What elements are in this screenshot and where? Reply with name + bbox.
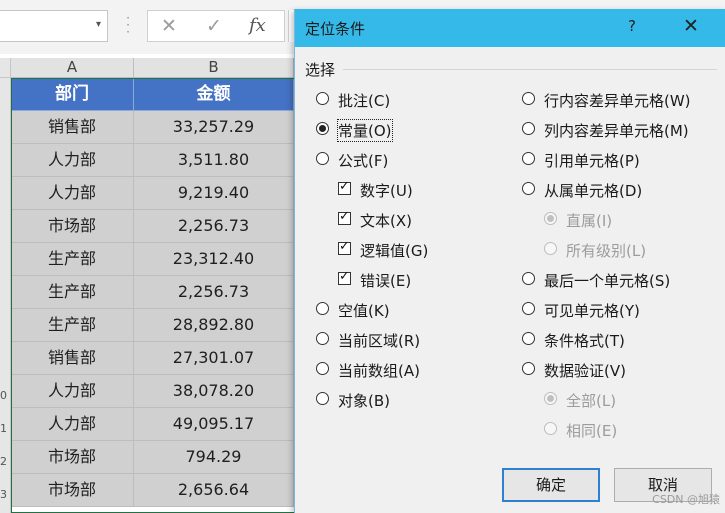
insert-function-icon[interactable]: fx — [249, 15, 266, 36]
row-number[interactable]: 3 — [0, 488, 11, 501]
radio-icon[interactable] — [316, 302, 329, 315]
radio-icon — [544, 422, 557, 435]
cancel-icon[interactable]: ✕ — [161, 15, 177, 37]
ok-button[interactable]: 确定 — [502, 468, 600, 502]
header-cell-dept[interactable]: 部门 — [11, 78, 134, 111]
amount-cell[interactable]: 28,892.80 — [134, 309, 294, 342]
right-option-label: 数据验证(V) — [544, 362, 626, 380]
amount-cell[interactable]: 2,256.73 — [134, 276, 294, 309]
amount-cell[interactable]: 27,301.07 — [134, 342, 294, 375]
left-option-label: 常量(O) — [337, 119, 393, 142]
radio-icon[interactable] — [316, 152, 329, 165]
left-option-label: 公式(F) — [338, 152, 389, 170]
right-option-label: 最后一个单元格(S) — [544, 272, 671, 290]
radio-icon[interactable] — [522, 182, 535, 195]
right-option-label: 条件格式(T) — [544, 332, 625, 350]
amount-cell[interactable]: 38,078.20 — [134, 375, 294, 408]
radio-icon — [544, 392, 557, 405]
name-box[interactable]: ▾ — [0, 10, 108, 42]
radio-icon[interactable] — [522, 272, 535, 285]
group-label: 选择 — [305, 61, 336, 79]
radio-icon[interactable] — [316, 122, 329, 135]
left-option-label: 批注(C) — [338, 92, 391, 110]
right-option-label: 直属(I) — [566, 212, 613, 230]
radio-icon — [544, 242, 557, 255]
check-icon[interactable]: ✓ — [206, 15, 222, 37]
dept-cell[interactable]: 人力部 — [11, 144, 134, 177]
radio-icon — [544, 212, 557, 225]
right-option-label: 引用单元格(P) — [544, 152, 640, 170]
left-option-label: 当前数组(A) — [338, 362, 420, 380]
amount-cell[interactable]: 2,656.64 — [134, 474, 294, 507]
amount-cell[interactable]: 9,219.40 — [134, 177, 294, 210]
watermark: CSDN @旭猿 — [652, 493, 720, 506]
amount-cell[interactable]: 33,257.29 — [134, 111, 294, 144]
dept-cell[interactable]: 人力部 — [11, 177, 134, 210]
radio-icon[interactable] — [522, 152, 535, 165]
left-option-label: 文本(X) — [360, 212, 412, 230]
checkbox-icon[interactable] — [338, 209, 351, 225]
dept-cell[interactable]: 市场部 — [11, 210, 134, 243]
right-option-label: 所有级别(L) — [566, 242, 647, 260]
left-option-label: 数字(U) — [360, 182, 413, 200]
select-all-corner[interactable] — [0, 58, 11, 78]
dialog-titlebar[interactable]: 定位条件 ? ✕ — [295, 9, 725, 47]
right-option-label: 列内容差异单元格(M) — [544, 122, 689, 140]
header-cell-amount[interactable]: 金额 — [134, 78, 294, 111]
dept-cell[interactable]: 人力部 — [11, 408, 134, 441]
radio-icon[interactable] — [316, 332, 329, 345]
group-divider — [343, 69, 717, 70]
radio-icon[interactable] — [522, 122, 535, 135]
radio-icon[interactable] — [316, 392, 329, 405]
row-headers: 0 1 2 3 — [0, 78, 11, 513]
column-header-a[interactable]: A — [11, 58, 134, 78]
go-to-special-dialog: 定位条件 ? ✕ 选择 确定 取消 CSDN @旭猿 批注(C) 常量(O) 公式(… — [294, 9, 725, 513]
amount-cell[interactable]: 2,256.73 — [134, 210, 294, 243]
amount-cell[interactable]: 3,511.80 — [134, 144, 294, 177]
close-icon[interactable]: ✕ — [683, 15, 699, 37]
dept-cell[interactable]: 生产部 — [11, 243, 134, 276]
amount-cell[interactable]: 23,312.40 — [134, 243, 294, 276]
left-option-label: 逻辑值(G) — [360, 242, 429, 260]
column-header-b[interactable]: B — [134, 58, 294, 78]
chevron-down-icon[interactable]: ▾ — [96, 19, 101, 30]
dept-cell[interactable]: 市场部 — [11, 474, 134, 507]
radio-icon[interactable] — [316, 362, 329, 375]
row-number[interactable]: 1 — [0, 422, 11, 435]
dept-cell[interactable]: 生产部 — [11, 276, 134, 309]
dept-cell[interactable]: 销售部 — [11, 111, 134, 144]
drag-handle-icon[interactable]: · · · — [121, 12, 135, 38]
right-option-label: 相同(E) — [566, 422, 618, 440]
help-icon[interactable]: ? — [628, 17, 636, 35]
right-option-label: 全部(L) — [566, 392, 617, 410]
dept-cell[interactable]: 生产部 — [11, 309, 134, 342]
radio-icon[interactable] — [316, 92, 329, 105]
radio-icon[interactable] — [522, 92, 535, 105]
dept-cell[interactable]: 销售部 — [11, 342, 134, 375]
checkbox-icon[interactable] — [338, 269, 351, 285]
dept-cell[interactable]: 人力部 — [11, 375, 134, 408]
amount-cell[interactable]: 49,095.17 — [134, 408, 294, 441]
left-option-label: 对象(B) — [338, 392, 390, 410]
row-number[interactable]: 2 — [0, 455, 11, 468]
right-option-label: 行内容差异单元格(W) — [544, 92, 691, 110]
row-number[interactable]: 0 — [0, 389, 11, 402]
radio-icon[interactable] — [522, 362, 535, 375]
left-option-label: 空值(K) — [338, 302, 390, 320]
radio-icon[interactable] — [522, 332, 535, 345]
amount-cell[interactable]: 794.29 — [134, 441, 294, 474]
right-option-label: 可见单元格(Y) — [544, 302, 640, 320]
checkbox-icon[interactable] — [338, 179, 351, 195]
right-option-label: 从属单元格(D) — [544, 182, 643, 200]
dept-cell[interactable]: 市场部 — [11, 441, 134, 474]
radio-icon[interactable] — [522, 302, 535, 315]
dialog-title: 定位条件 — [305, 20, 366, 38]
left-option-label: 当前区域(R) — [338, 332, 421, 350]
formula-buttons: ✕ ✓ fx — [147, 10, 285, 42]
left-option-label: 错误(E) — [360, 272, 412, 290]
checkbox-icon[interactable] — [338, 239, 351, 255]
